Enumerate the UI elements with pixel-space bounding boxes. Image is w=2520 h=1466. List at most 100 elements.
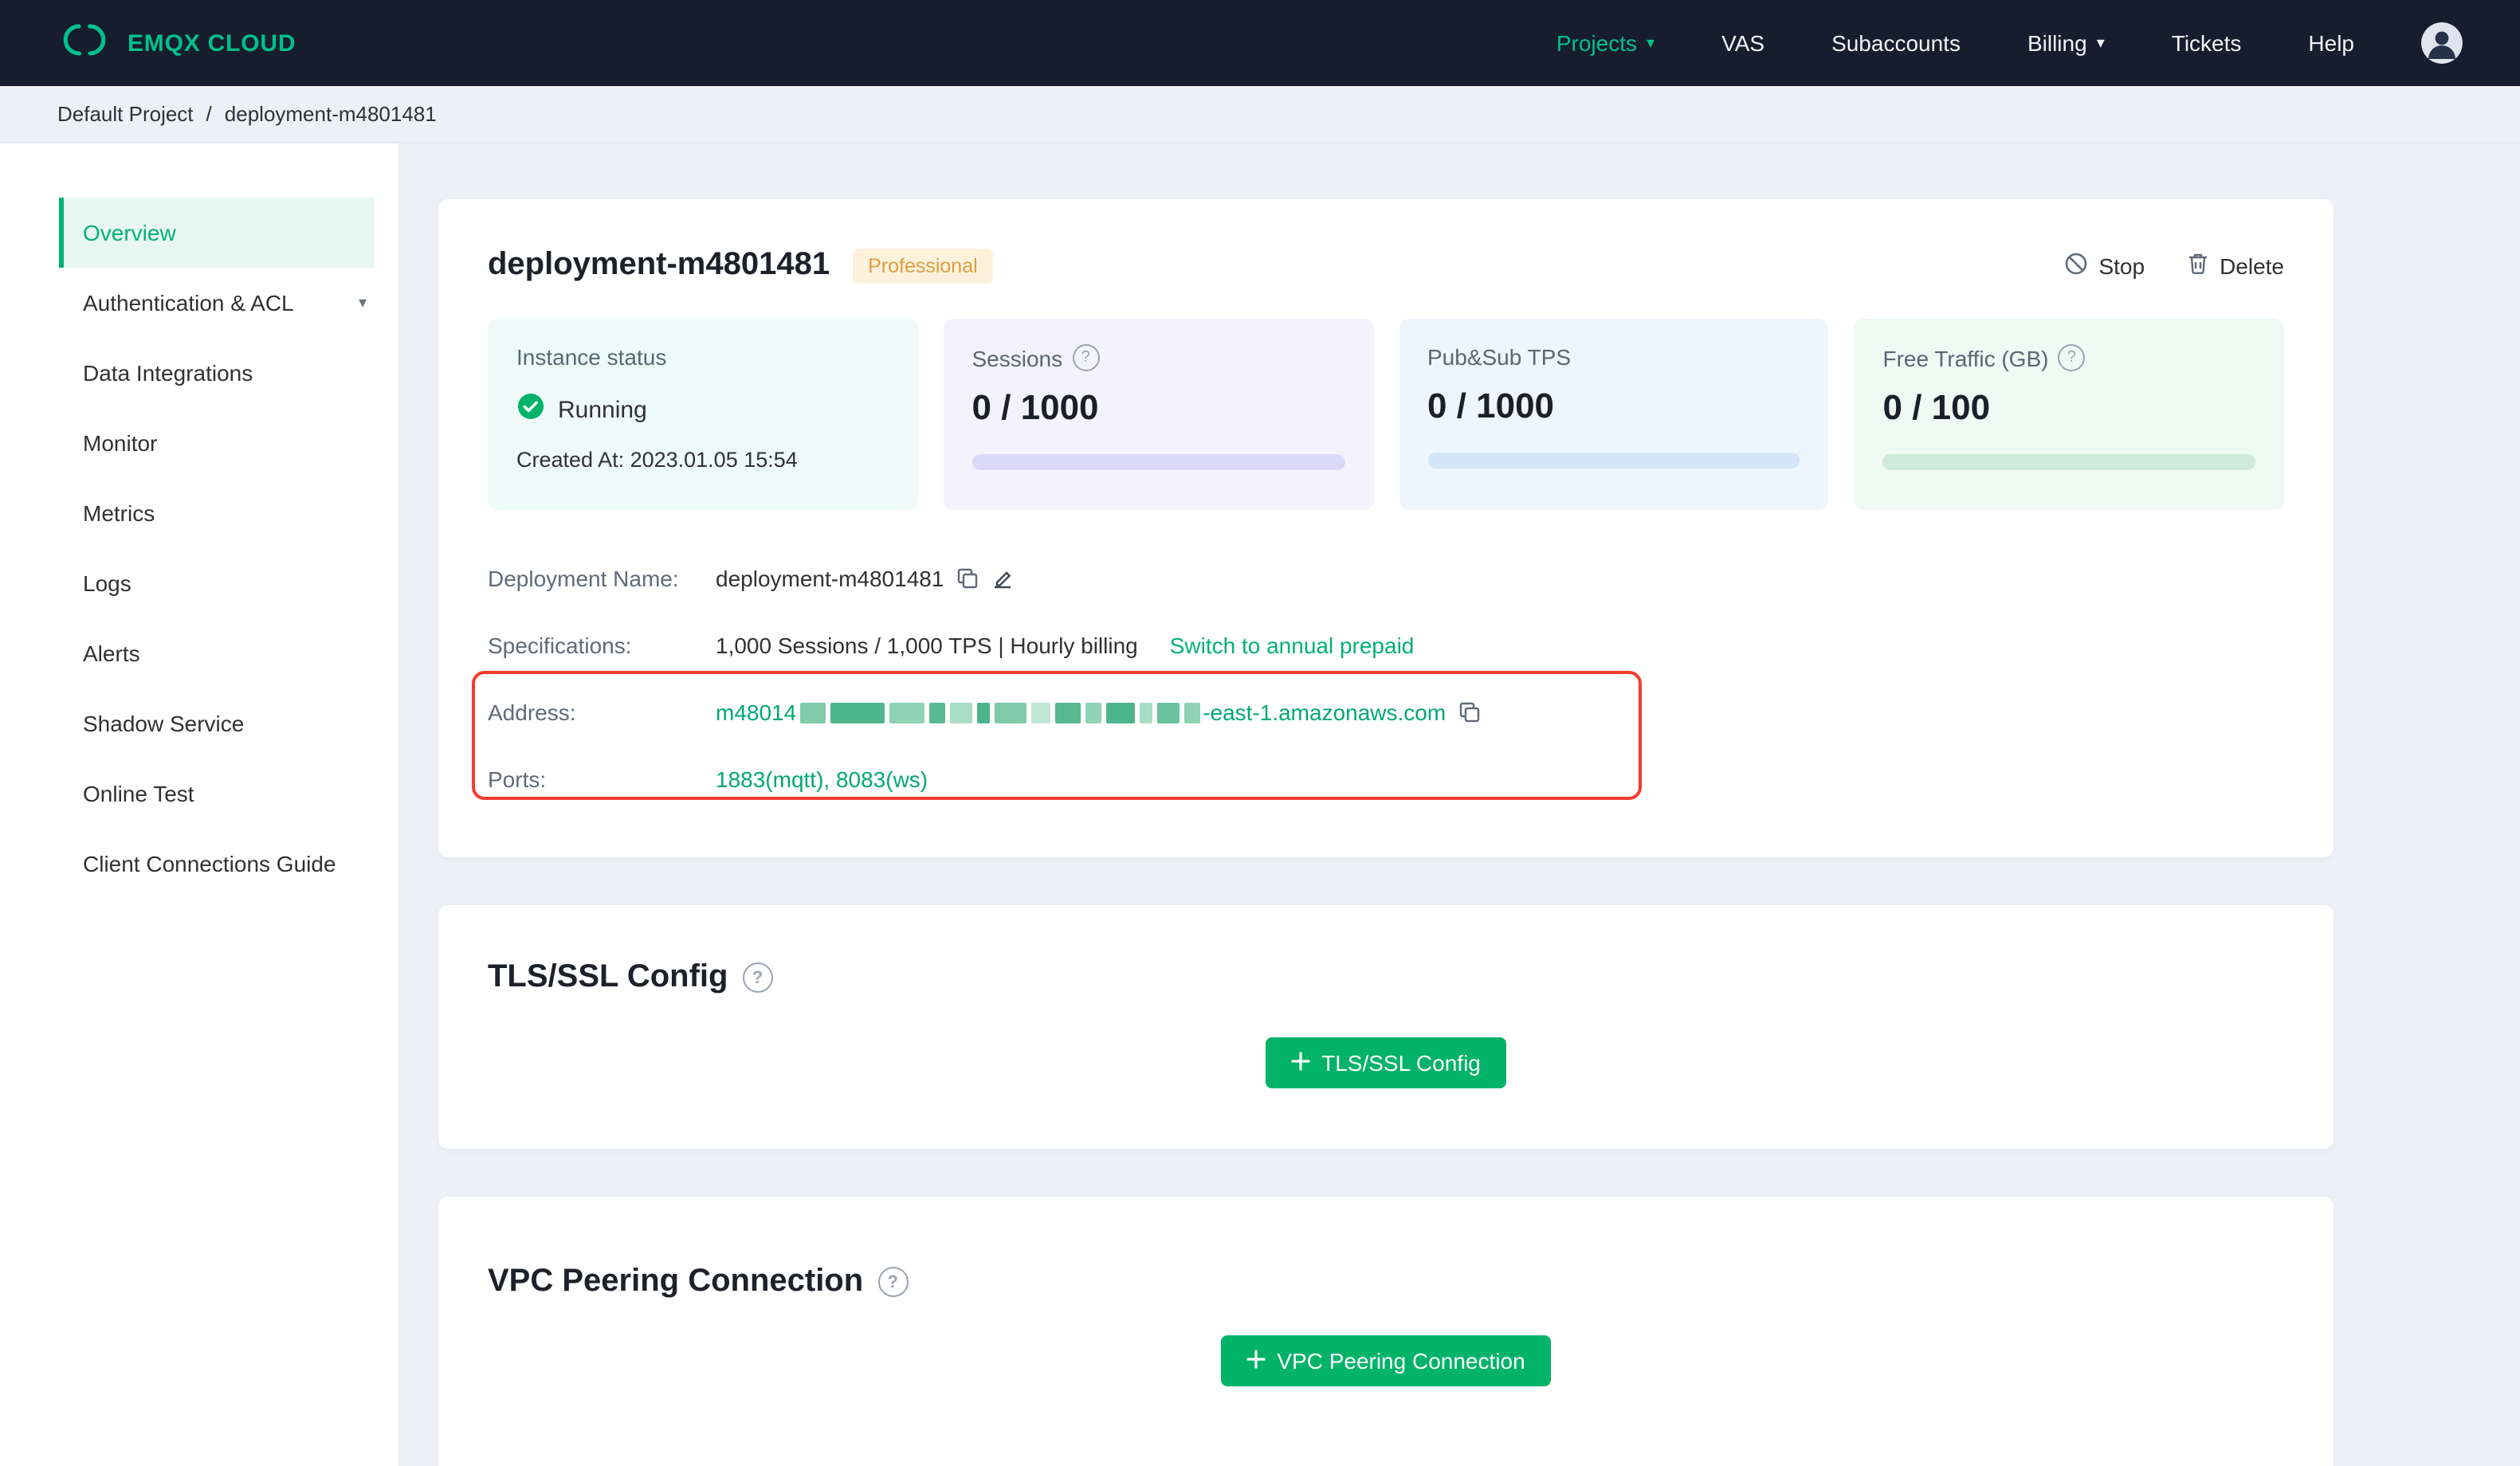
sidebar-item-metrics[interactable]: Metrics <box>0 478 398 548</box>
emqx-cloud-app: EMQX CLOUD Projects ▾ VAS Subaccounts Bi… <box>0 0 2520 1466</box>
plus-icon <box>1246 1348 1266 1374</box>
brand-name: EMQX CLOUD <box>128 29 296 57</box>
created-at: Created At: 2023.01.05 15:54 <box>516 448 798 472</box>
add-vpc-peering-button[interactable]: VPC Peering Connection <box>1221 1335 1551 1386</box>
sidebar-item-client-connections-guide[interactable]: Client Connections Guide <box>0 829 398 899</box>
sidebar-item-monitor[interactable]: Monitor <box>0 408 398 478</box>
tps-value: 0 / 1000 <box>1427 386 1555 425</box>
address-row: Address: m48014 -east-1.amazonaws.com <box>488 679 2284 746</box>
nav-item-billing[interactable]: Billing ▾ <box>2027 30 2105 56</box>
deployment-name-value: deployment-m4801481 <box>716 566 944 591</box>
sidebar-item-label: Alerts <box>83 641 140 666</box>
copy-icon[interactable] <box>956 567 979 590</box>
nav-item-label: VAS <box>1721 30 1765 56</box>
button-label: TLS/SSL Config <box>1321 1050 1481 1076</box>
stat-instance-status: Instance status Running Created At: 2023… <box>488 319 918 510</box>
help-circle-icon[interactable] <box>2058 344 2086 371</box>
nav-item-vas[interactable]: VAS <box>1721 30 1764 56</box>
sidebar-item-label: Authentication & ACL <box>83 290 294 316</box>
nav-item-label: Help <box>2308 30 2354 56</box>
sidebar-item-label: Data Integrations <box>83 360 253 386</box>
sidebar-item-shadow-service[interactable]: Shadow Service <box>0 688 398 758</box>
traffic-value: 0 / 100 <box>1882 387 1991 427</box>
sidebar-item-overview[interactable]: Overview <box>59 198 375 268</box>
deployment-overview-card: deployment-m4801481 Professional Stop De… <box>438 199 2334 857</box>
sidebar-item-label: Monitor <box>83 430 158 456</box>
address-redacted <box>799 702 1200 723</box>
nav-item-label: Projects <box>1556 30 1638 56</box>
navbar-menu: Projects ▾ VAS Subaccounts Billing ▾ Tic… <box>1556 22 2463 64</box>
breadcrumb: Default Project / deployment-m4801481 <box>0 86 2520 143</box>
main-content: deployment-m4801481 Professional Stop De… <box>398 143 2520 1466</box>
traffic-progress-bar <box>1882 454 2255 470</box>
button-label: VPC Peering Connection <box>1277 1348 1525 1374</box>
nav-item-label: Subaccounts <box>1831 30 1961 56</box>
ports-label: Ports: <box>488 766 547 792</box>
specifications-value: 1,000 Sessions / 1,000 TPS | Hourly bill… <box>716 633 1138 658</box>
breadcrumb-separator: / <box>206 102 212 126</box>
edit-pencil-icon[interactable] <box>991 567 1014 590</box>
sidebar-item-logs[interactable]: Logs <box>0 548 398 618</box>
delete-button[interactable]: Delete <box>2186 251 2284 280</box>
tls-card-title: TLS/SSL Config <box>488 959 728 994</box>
delete-label: Delete <box>2220 253 2284 278</box>
add-tls-ssl-config-button[interactable]: TLS/SSL Config <box>1266 1037 1506 1088</box>
breadcrumb-project[interactable]: Default Project <box>57 102 194 126</box>
sidebar-item-label: Metrics <box>83 500 155 526</box>
copy-icon[interactable] <box>1458 701 1481 723</box>
breadcrumb-deployment: deployment-m4801481 <box>224 102 437 126</box>
chevron-down-icon: ▾ <box>2096 35 2105 53</box>
stat-sessions: Sessions 0 / 1000 <box>943 319 1373 510</box>
stop-label: Stop <box>2098 253 2145 278</box>
trash-icon <box>2186 251 2208 280</box>
stat-label: Instance status <box>516 344 667 370</box>
nav-item-label: Tickets <box>2171 30 2242 56</box>
tps-progress-bar <box>1427 453 1800 468</box>
stat-pubsub-tps: Pub&Sub TPS 0 / 1000 <box>1399 319 1829 510</box>
sidebar-item-label: Overview <box>83 220 176 245</box>
deployment-header: deployment-m4801481 Professional Stop De… <box>488 247 2284 284</box>
sidebar-item-alerts[interactable]: Alerts <box>0 618 398 688</box>
help-circle-icon[interactable] <box>742 962 773 993</box>
emqx-logo-icon <box>57 22 112 64</box>
nav-item-label: Billing <box>2027 30 2087 56</box>
ports-value: 1883(mqtt), 8083(ws) <box>716 766 928 792</box>
sidebar-item-label: Online Test <box>83 781 194 806</box>
nav-item-help[interactable]: Help <box>2308 30 2354 56</box>
deployment-info: Deployment Name: deployment-m4801481 Spe… <box>472 545 2284 813</box>
address-suffix: -east-1.amazonaws.com <box>1203 700 1446 725</box>
address-ports-group: Address: m48014 -east-1.amazonaws.com Po… <box>472 671 2284 813</box>
help-circle-icon[interactable] <box>1072 344 1100 371</box>
switch-annual-prepaid-link[interactable]: Switch to annual prepaid <box>1170 633 1415 658</box>
tls-ssl-card: TLS/SSL Config TLS/SSL Config <box>438 905 2334 1149</box>
help-circle-icon[interactable] <box>877 1267 909 1297</box>
sidebar-item-authentication-acl[interactable]: Authentication & ACL ▾ <box>0 268 398 338</box>
top-navbar: EMQX CLOUD Projects ▾ VAS Subaccounts Bi… <box>0 0 2520 86</box>
sidebar-item-label: Client Connections Guide <box>83 851 336 876</box>
check-circle-icon <box>516 392 545 427</box>
plus-icon <box>1291 1050 1310 1076</box>
nav-item-tickets[interactable]: Tickets <box>2172 30 2242 56</box>
status-running: Running <box>558 396 647 423</box>
sidebar-item-online-test[interactable]: Online Test <box>0 758 398 829</box>
chevron-down-icon: ▾ <box>358 295 367 312</box>
deployment-title: deployment-m4801481 <box>488 247 830 282</box>
sessions-progress-bar <box>971 454 1344 470</box>
stop-button[interactable]: Stop <box>2063 251 2145 280</box>
address-prefix: m48014 <box>716 700 797 725</box>
nav-item-projects[interactable]: Projects ▾ <box>1556 30 1654 56</box>
chevron-down-icon: ▾ <box>1647 35 1655 53</box>
deployment-actions: Stop Delete <box>2063 251 2284 280</box>
stats-row: Instance status Running Created At: 2023… <box>488 319 2284 510</box>
user-avatar[interactable] <box>2421 22 2463 64</box>
sidebar-item-data-integrations[interactable]: Data Integrations <box>0 338 398 408</box>
brand-logo[interactable]: EMQX CLOUD <box>57 22 296 64</box>
deployment-name-label: Deployment Name: <box>488 566 679 591</box>
sidebar-item-label: Logs <box>83 570 131 596</box>
sidebar-item-label: Shadow Service <box>83 711 245 736</box>
nav-item-subaccounts[interactable]: Subaccounts <box>1831 30 1961 56</box>
stat-label: Sessions <box>971 345 1063 370</box>
address-label: Address: <box>488 700 576 725</box>
specifications-label: Specifications: <box>488 633 632 658</box>
sessions-value: 0 / 1000 <box>971 387 1099 427</box>
